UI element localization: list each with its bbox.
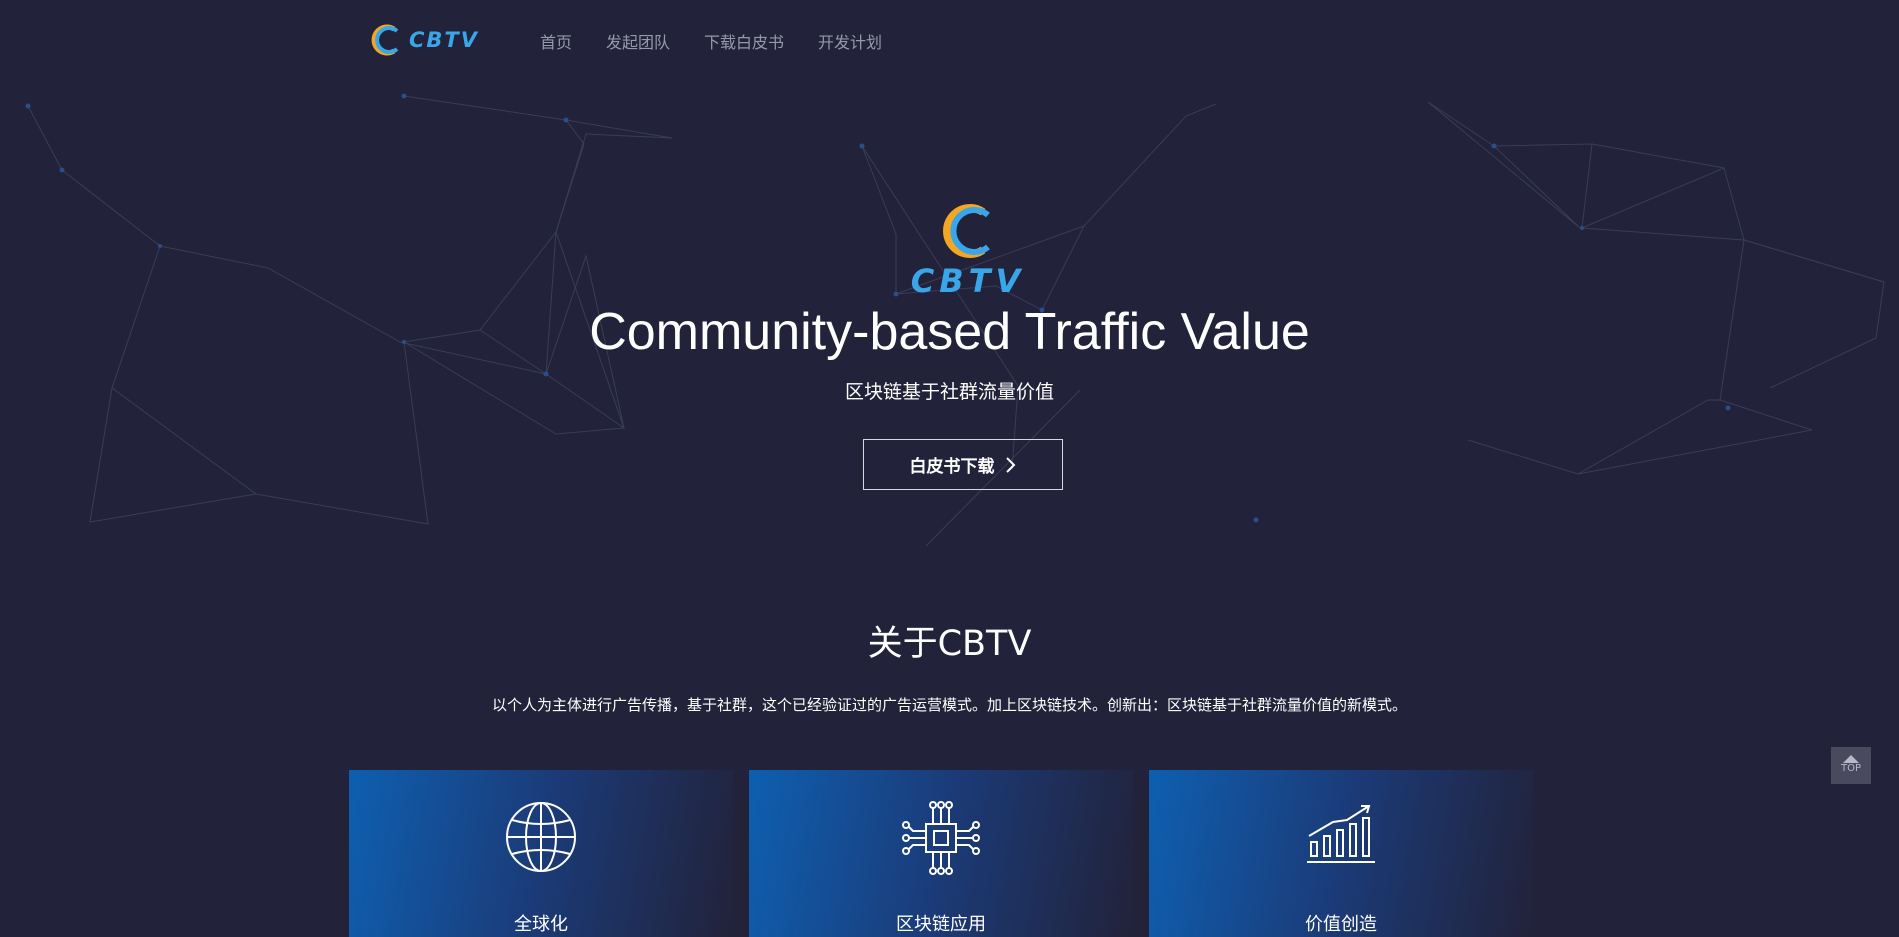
globe-icon xyxy=(506,802,576,872)
main-nav: 首页 发起团队 下载白皮书 开发计划 xyxy=(540,29,916,53)
whitepaper-download-button[interactable]: 白皮书下载 xyxy=(863,439,1063,490)
about-description: 以个人为主体进行广告传播，基于社群，这个已经验证过的广告运营模式。加上区块链技术… xyxy=(491,696,1407,714)
feature-card-global[interactable]: 全球化 xyxy=(349,770,733,937)
hero-subtitle: 区块链基于社群流量价值 xyxy=(844,381,1054,403)
growth-chart-icon xyxy=(1307,805,1375,863)
whitepaper-download-label: 白皮书下载 xyxy=(909,457,995,477)
nav-item-team[interactable]: 发起团队 xyxy=(606,29,670,53)
feature-card-value[interactable]: 价值创造 xyxy=(1149,770,1533,937)
nav-item-whitepaper[interactable]: 下载白皮书 xyxy=(704,29,784,53)
back-to-top-button[interactable]: TOP xyxy=(1831,747,1871,784)
nav-item-roadmap[interactable]: 开发计划 xyxy=(818,29,882,53)
chevron-right-icon xyxy=(1005,456,1015,473)
nav-logo-text: CBTV xyxy=(409,28,479,52)
arrow-up-icon xyxy=(1843,755,1859,763)
feature-label: 区块链应用 xyxy=(896,914,986,935)
feature-label: 价值创造 xyxy=(1305,914,1377,935)
nav-item-home[interactable]: 首页 xyxy=(540,29,572,53)
chip-icon xyxy=(902,801,980,875)
about-title: 关于CBTV xyxy=(867,624,1032,664)
back-to-top-label: TOP xyxy=(1840,763,1861,774)
hero-title: Community-based Traffic Value xyxy=(589,303,1310,361)
nav-logo[interactable]: CBTV xyxy=(366,22,479,58)
hero-logo: CBTV xyxy=(908,200,1028,300)
cbtv-logo-icon xyxy=(371,24,399,56)
feature-label: 全球化 xyxy=(514,914,568,935)
cbtv-hero-logo-icon xyxy=(943,204,990,258)
hero-logo-text: CBTV xyxy=(910,262,1026,300)
feature-card-blockchain[interactable]: 区块链应用 xyxy=(749,770,1133,937)
